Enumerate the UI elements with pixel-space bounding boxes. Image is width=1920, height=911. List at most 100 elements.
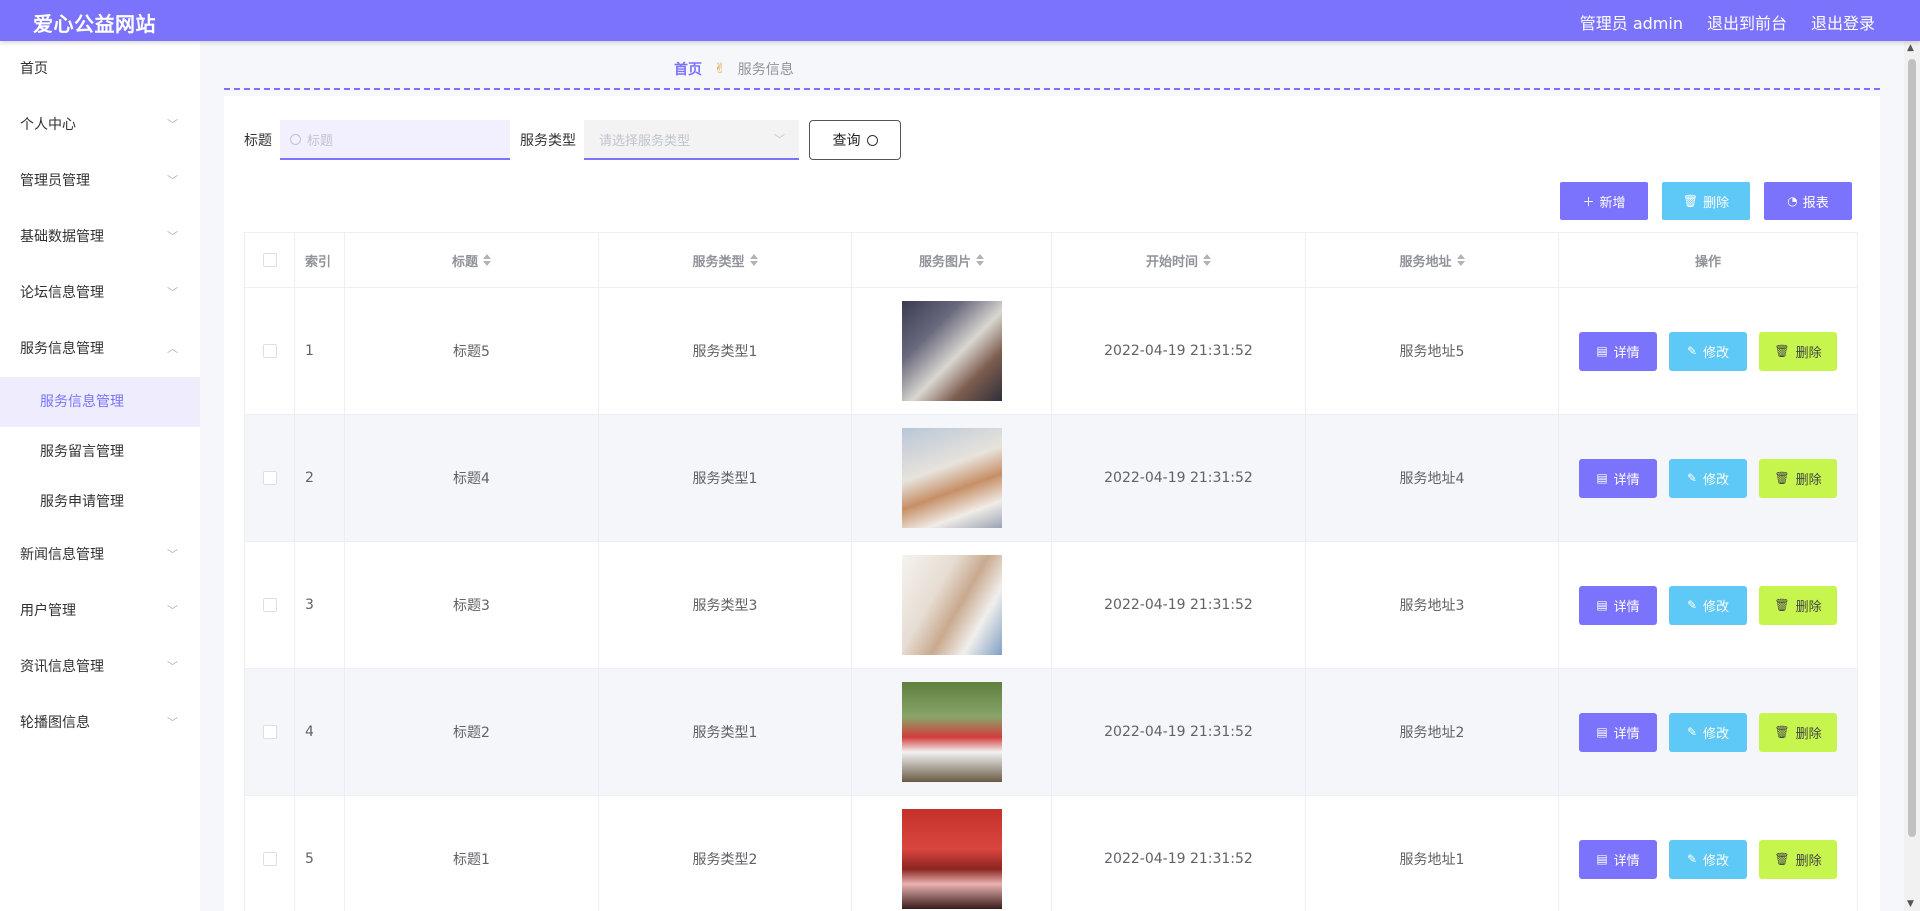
delete-label: 删除 bbox=[1795, 345, 1822, 361]
detail-button[interactable]: ▤ 详情 bbox=[1579, 712, 1657, 752]
service-image[interactable] bbox=[901, 555, 1002, 655]
select-all-checkbox[interactable] bbox=[262, 253, 277, 267]
header-type[interactable]: 服务类型 bbox=[599, 233, 852, 287]
add-button[interactable]: ＋ 新增 bbox=[1560, 182, 1648, 220]
detail-button[interactable]: ▤ 详情 bbox=[1579, 839, 1657, 879]
query-button[interactable]: 查询 bbox=[809, 120, 901, 160]
scroll-thumb[interactable] bbox=[1908, 59, 1916, 837]
row-checkbox[interactable] bbox=[262, 598, 277, 612]
sort-icon[interactable] bbox=[1456, 254, 1465, 266]
edit-label: 修改 bbox=[1703, 472, 1730, 488]
row-start-time: 2022-04-19 21:31:52 bbox=[1052, 288, 1306, 414]
row-title: 标题1 bbox=[345, 796, 599, 911]
row-check-cell bbox=[245, 669, 295, 795]
sidebar-subitem-service-apply[interactable]: 服务申请管理 bbox=[0, 477, 200, 527]
edit-button[interactable]: ✎ 修改 bbox=[1669, 458, 1747, 498]
delete-button[interactable]: 🗑 删除 bbox=[1759, 585, 1837, 625]
row-index: 2 bbox=[295, 415, 345, 541]
service-image[interactable] bbox=[901, 301, 1002, 401]
row-start-time: 2022-04-19 21:31:52 bbox=[1052, 796, 1306, 911]
edit-label: 修改 bbox=[1703, 345, 1730, 361]
row-checkbox[interactable] bbox=[262, 725, 277, 739]
sidebar-item-base-data[interactable]: 基础数据管理 ﹀ bbox=[0, 209, 200, 265]
delete-button[interactable]: 🗑 删除 bbox=[1759, 331, 1837, 371]
sidebar-item-admins[interactable]: 管理员管理 ﹀ bbox=[0, 153, 200, 209]
row-index: 4 bbox=[295, 669, 345, 795]
sort-icon[interactable] bbox=[1203, 254, 1211, 266]
sidebar-subitem-service-message[interactable]: 服务留言管理 bbox=[0, 427, 200, 477]
report-button[interactable]: ◔ 报表 bbox=[1764, 182, 1852, 220]
header-address[interactable]: 服务地址 bbox=[1306, 233, 1559, 287]
top-bar: 爱心公益网站 管理员 admin 退出到前台 退出登录 bbox=[0, 0, 1920, 41]
row-index: 3 bbox=[295, 542, 345, 668]
service-type-select[interactable]: 请选择服务类型 ﹀ bbox=[584, 120, 799, 160]
back-to-front-link[interactable]: 退出到前台 bbox=[1707, 10, 1787, 34]
sidebar-item-news[interactable]: 新闻信息管理 ﹀ bbox=[0, 527, 200, 583]
sidebar-item-users[interactable]: 用户管理 ﹀ bbox=[0, 583, 200, 639]
table-row: 4 标题2 服务类型1 2022-04-19 21:31:52 服务地址2 ▤ 详… bbox=[245, 669, 1857, 796]
header-title[interactable]: 标题 bbox=[345, 233, 599, 287]
row-title: 标题3 bbox=[345, 542, 599, 668]
edit-button[interactable]: ✎ 修改 bbox=[1669, 712, 1747, 752]
row-image-cell bbox=[852, 288, 1052, 414]
trash-icon: 🗑 bbox=[1774, 471, 1790, 485]
row-checkbox[interactable] bbox=[262, 471, 277, 485]
delete-button[interactable]: 🗑 删除 bbox=[1759, 839, 1837, 879]
pie-chart-icon: ◔ bbox=[1787, 194, 1798, 208]
edit-button[interactable]: ✎ 修改 bbox=[1669, 839, 1747, 879]
service-image[interactable] bbox=[901, 682, 1002, 782]
sidebar-item-service[interactable]: 服务信息管理 ︿ bbox=[0, 321, 200, 377]
pencil-icon: ✎ bbox=[1686, 852, 1698, 866]
row-type: 服务类型1 bbox=[599, 669, 852, 795]
sidebar-item-home[interactable]: 首页 bbox=[0, 41, 200, 97]
sort-icon[interactable] bbox=[483, 254, 491, 266]
scroll-up-arrow-icon[interactable]: ▲ bbox=[1907, 43, 1914, 53]
detail-label: 详情 bbox=[1613, 345, 1640, 361]
service-image[interactable] bbox=[901, 428, 1002, 528]
header-start-time[interactable]: 开始时间 bbox=[1052, 233, 1306, 287]
service-image[interactable] bbox=[901, 809, 1002, 909]
sort-icon[interactable] bbox=[976, 254, 984, 266]
sidebar-item-label: 服务信息管理 bbox=[20, 341, 104, 357]
sort-icon[interactable] bbox=[749, 254, 758, 266]
row-image-cell bbox=[852, 796, 1052, 911]
trash-icon: 🗑 bbox=[1774, 725, 1790, 739]
table-row: 5 标题1 服务类型2 2022-04-19 21:31:52 服务地址1 ▤ 详… bbox=[245, 796, 1857, 911]
sidebar-subitem-service-info[interactable]: 服务信息管理 bbox=[0, 377, 200, 427]
row-checkbox[interactable] bbox=[262, 344, 277, 358]
delete-button[interactable]: 🗑 删除 bbox=[1759, 712, 1837, 752]
title-filter-label: 标题 bbox=[244, 133, 272, 149]
breadcrumb-home[interactable]: 首页 bbox=[674, 59, 702, 79]
sidebar-item-carousel[interactable]: 轮播图信息 ﹀ bbox=[0, 695, 200, 751]
logout-link[interactable]: 退出登录 bbox=[1811, 10, 1875, 34]
detail-button[interactable]: ▤ 详情 bbox=[1579, 585, 1657, 625]
query-button-label: 查询 bbox=[832, 133, 861, 149]
service-table: 索引 标题 服务类型 服务图片 开始时间 服务地址 操作 1 标题5 服务类型1… bbox=[244, 232, 1858, 911]
sidebar-item-forum[interactable]: 论坛信息管理 ﹀ bbox=[0, 265, 200, 321]
sidebar-item-label: 首页 bbox=[20, 61, 48, 77]
header-image[interactable]: 服务图片 bbox=[852, 233, 1052, 287]
edit-button[interactable]: ✎ 修改 bbox=[1669, 585, 1747, 625]
batch-delete-button[interactable]: 🗑 删除 bbox=[1662, 182, 1750, 220]
sidebar-item-profile[interactable]: 个人中心 ﹀ bbox=[0, 97, 200, 153]
page-scrollbar[interactable]: ▲ ▼ bbox=[1904, 41, 1920, 911]
row-check-cell bbox=[245, 415, 295, 541]
breadcrumb: 首页 ✌ 服务信息 bbox=[674, 59, 794, 79]
edit-label: 修改 bbox=[1703, 853, 1730, 869]
delete-button[interactable]: 🗑 删除 bbox=[1759, 458, 1837, 498]
edit-button[interactable]: ✎ 修改 bbox=[1669, 331, 1747, 371]
row-address: 服务地址2 bbox=[1306, 669, 1559, 795]
document-icon: ▤ bbox=[1596, 725, 1608, 739]
plus-icon: ＋ bbox=[1582, 194, 1595, 209]
title-search-input[interactable]: 标题 bbox=[280, 120, 510, 160]
admin-label: 管理员 admin bbox=[1579, 14, 1683, 33]
row-checkbox[interactable] bbox=[262, 852, 277, 866]
detail-button[interactable]: ▤ 详情 bbox=[1579, 458, 1657, 498]
row-index: 5 bbox=[295, 796, 345, 911]
row-operations: ▤ 详情 ✎ 修改 🗑 删除 bbox=[1559, 288, 1857, 414]
row-image-cell bbox=[852, 669, 1052, 795]
sidebar-item-articles[interactable]: 资讯信息管理 ﹀ bbox=[0, 639, 200, 695]
search-bar: 标题 标题 服务类型 请选择服务类型 ﹀ 查询 bbox=[244, 120, 901, 160]
scroll-down-arrow-icon[interactable]: ▼ bbox=[1907, 899, 1914, 909]
detail-button[interactable]: ▤ 详情 bbox=[1579, 331, 1657, 371]
